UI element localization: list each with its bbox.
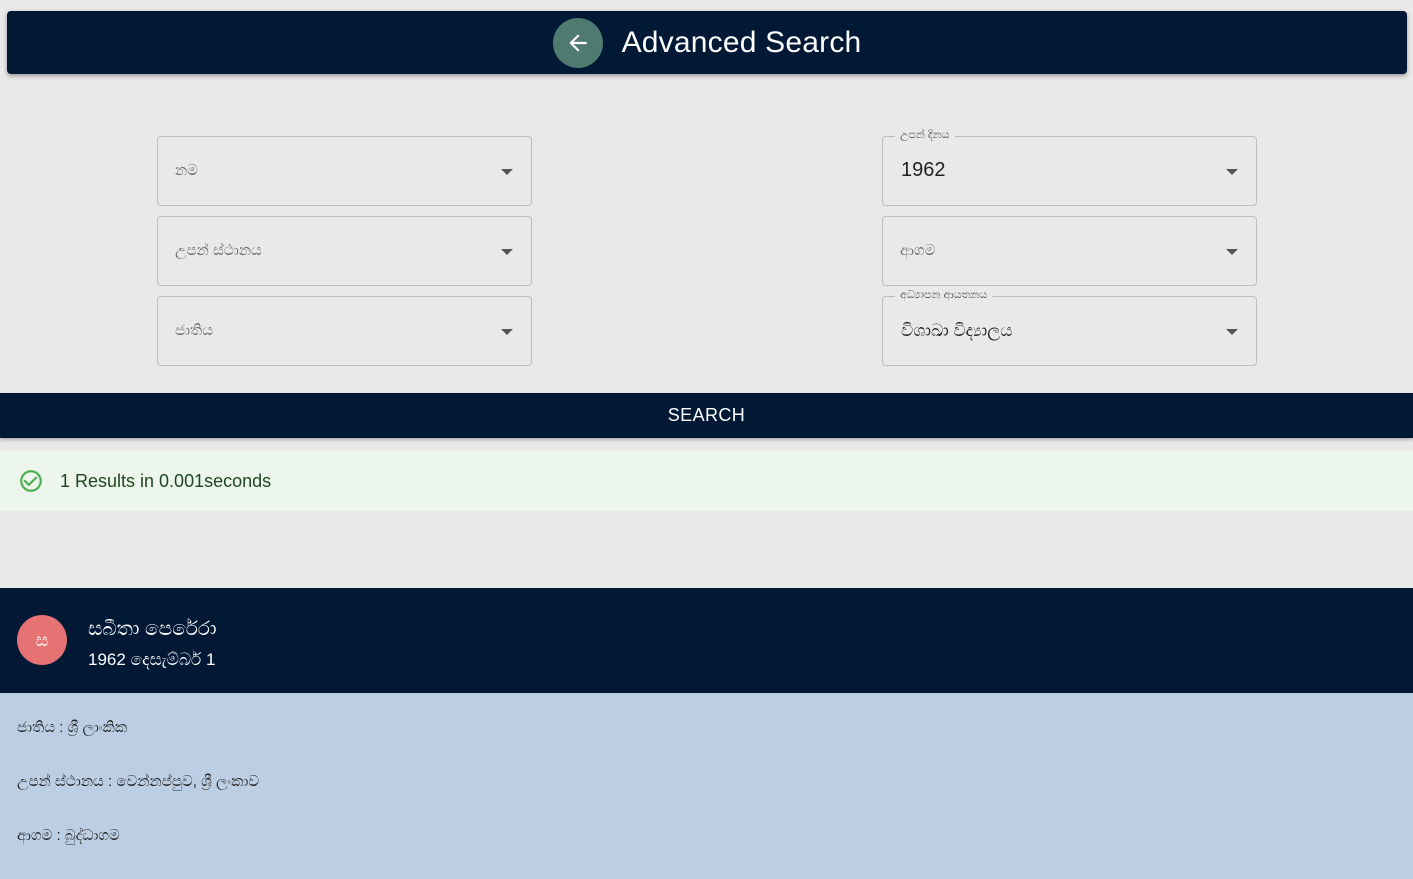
birthdate-select-label: උපන් දිනය (895, 129, 955, 142)
search-button[interactable]: SEARCH (0, 393, 1413, 438)
app-bar: Advanced Search (7, 11, 1407, 74)
results-alert: 1 Results in 0.001seconds (0, 451, 1413, 511)
result-card-body: ජාතිය : ශ්‍රී ලාංකික උපන් ස්ථානය : වෙන්න… (0, 693, 1413, 879)
check-circle-icon (18, 468, 44, 494)
nationality-select[interactable]: ජාතිය (157, 296, 532, 366)
school-select-label: අධ්‍යාපන ආයතනය (895, 289, 993, 302)
school-select[interactable]: අධ්‍යාපන ආයතනය විශාඛා විද්‍යාලය (882, 289, 1257, 366)
page-title: Advanced Search (621, 25, 862, 59)
birthplace-select[interactable]: උපන් ස්ථානය (157, 216, 532, 286)
detail-nationality: ජාතිය : ශ්‍රී ලාංකික (17, 719, 128, 736)
result-card-header[interactable]: ස සබීතා පෙරේරා 1962 දෙසැම්බර් 1 (0, 588, 1413, 693)
name-select-placeholder: නම (175, 162, 198, 179)
religion-select[interactable]: ආගම (882, 216, 1257, 286)
birthplace-select-placeholder: උපන් ස්ථානය (175, 242, 262, 259)
detail-religion: ආගම : බුද්ධාගම (17, 827, 120, 844)
chevron-down-icon (501, 249, 513, 255)
chevron-down-icon (501, 329, 513, 335)
school-select-value: විශාඛා විද්‍යාලය (901, 321, 1013, 340)
name-select[interactable]: නම (157, 136, 532, 206)
back-button[interactable] (552, 17, 603, 68)
results-count-text: 1 Results in 0.001seconds (60, 470, 272, 491)
chevron-down-icon (501, 169, 513, 175)
result-date: 1962 දෙසැම්බර් 1 (88, 650, 216, 669)
religion-select-placeholder: ආගම (900, 242, 936, 259)
result-name: සබීතා පෙරේරා (88, 618, 217, 640)
chevron-down-icon (1226, 249, 1238, 255)
avatar: ස (17, 615, 67, 665)
chevron-down-icon (1226, 329, 1238, 335)
nationality-select-placeholder: ජාතිය (175, 322, 214, 339)
birthdate-select-value: 1962 (901, 159, 946, 181)
birthdate-select[interactable]: උපන් දිනය 1962 (882, 129, 1257, 206)
chevron-down-icon (1226, 169, 1238, 175)
detail-birthplace: උපන් ස්ථානය : වෙන්නප්පුව, ශ්‍රී ලංකාව (17, 773, 260, 790)
arrow-left-icon (568, 33, 587, 52)
